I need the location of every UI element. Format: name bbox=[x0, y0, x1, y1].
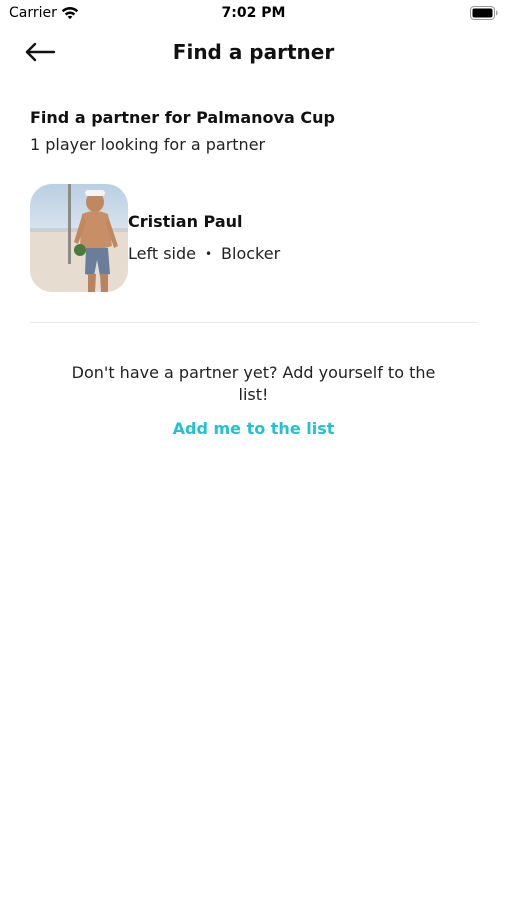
section-subtitle: 1 player looking for a partner bbox=[30, 135, 266, 154]
player-card[interactable] bbox=[30, 184, 477, 294]
section-title: Find a partner for Palmanova Cup bbox=[30, 108, 335, 127]
status-time: 7:02 PM bbox=[221, 5, 286, 21]
navigation-bar: Find a partner bbox=[0, 34, 507, 70]
player-side: Left side bbox=[128, 244, 196, 263]
player-role: Blocker bbox=[221, 244, 281, 263]
battery-icon bbox=[470, 6, 498, 20]
player-name: Cristian Paul bbox=[128, 212, 243, 231]
page-title: Find a partner bbox=[172, 40, 335, 64]
avatar bbox=[30, 184, 128, 292]
player-meta: Left side • Blocker bbox=[128, 244, 280, 263]
divider bbox=[30, 322, 477, 323]
empty-state-message: Don't have a partner yet? Add yourself t… bbox=[71, 363, 436, 404]
meta-separator: • bbox=[204, 246, 213, 261]
status-bar: Carrier 7:02 PM bbox=[0, 0, 507, 28]
player-photo bbox=[30, 184, 128, 292]
add-me-to-list-button[interactable]: Add me to the list bbox=[0, 419, 507, 438]
